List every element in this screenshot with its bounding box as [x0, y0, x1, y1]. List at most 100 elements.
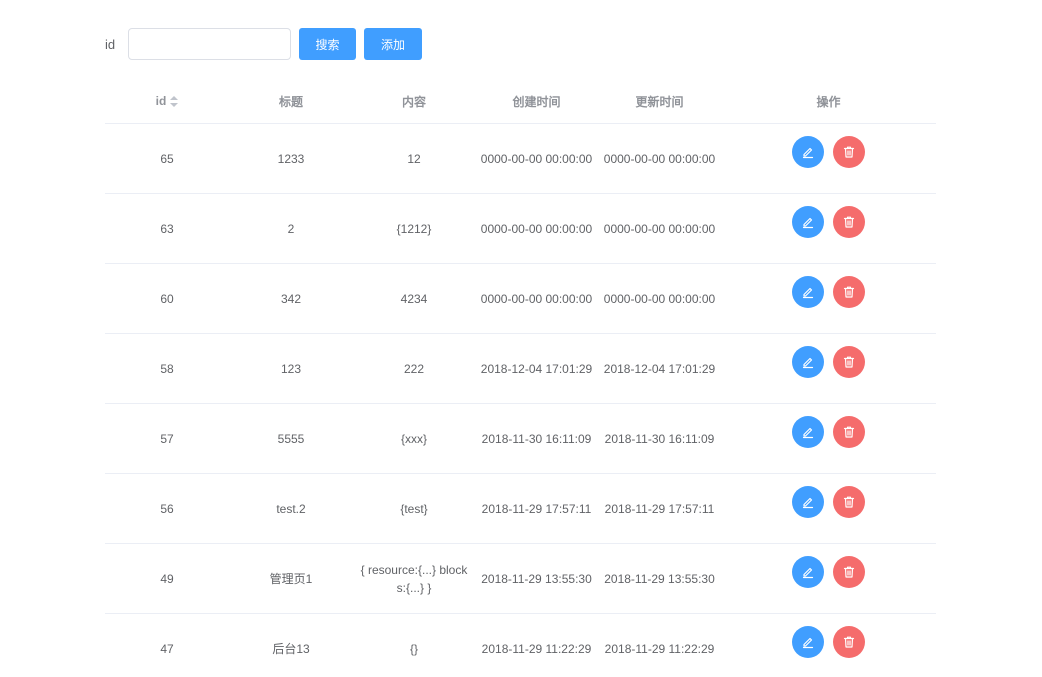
cell-id: 47	[160, 641, 174, 656]
cell-content: { resource:{...} blocks:{...} }	[353, 543, 475, 614]
cell-created: 0000-00-00 00:00:00	[475, 123, 598, 194]
delete-button[interactable]	[833, 135, 865, 168]
cell-content: 12	[353, 123, 475, 194]
edit-button[interactable]	[792, 415, 824, 448]
add-button[interactable]: 添加	[364, 28, 422, 60]
delete-button[interactable]	[833, 415, 865, 448]
data-table: id 标题 内容 创建时间 更新时间 操作 65 1233 12 0000-00…	[105, 79, 936, 677]
table-row: 65 1233 12 0000-00-00 00:00:00 0000-00-0…	[105, 123, 936, 194]
edit-icon	[802, 497, 814, 508]
cell-content: {xxx}	[353, 403, 475, 474]
cell-updated: 0000-00-00 00:00:00	[598, 123, 721, 194]
cell-title: 后台13	[272, 641, 310, 656]
table-row: 56 test.2 {test} 2018-11-29 17:57:11 201…	[105, 473, 936, 544]
cell-title: 2	[229, 193, 353, 264]
trash-icon	[843, 566, 855, 578]
cell-updated: 2018-11-29 13:55:30	[598, 543, 721, 614]
cell-id: 56	[105, 473, 229, 544]
delete-button[interactable]	[833, 555, 865, 588]
delete-button[interactable]	[833, 485, 865, 518]
cell-actions	[721, 193, 936, 264]
row-actions	[725, 555, 932, 588]
trash-icon	[843, 496, 855, 508]
edit-icon	[802, 427, 814, 438]
sort-caret-icon[interactable]	[170, 95, 179, 108]
search-label: id	[105, 36, 116, 52]
cell-actions	[721, 333, 936, 404]
trash-icon	[843, 636, 855, 648]
table-row: 57 5555 {xxx} 2018-11-30 16:11:09 2018-1…	[105, 403, 936, 474]
table-row: 58 123 222 2018-12-04 17:01:29 2018-12-0…	[105, 333, 936, 404]
cell-actions	[721, 123, 936, 194]
cell-created: 2018-11-29 13:55:30	[475, 543, 598, 614]
search-bar: id 搜索 添加	[105, 28, 422, 60]
cell-updated: 0000-00-00 00:00:00	[598, 263, 721, 334]
trash-icon	[843, 216, 855, 228]
cell-actions	[721, 614, 936, 677]
table-header-row: id 标题 内容 创建时间 更新时间 操作	[105, 79, 936, 124]
row-actions	[725, 485, 932, 518]
cell-actions	[721, 403, 936, 474]
row-actions	[725, 345, 932, 378]
search-input[interactable]	[128, 28, 291, 60]
edit-icon	[802, 637, 814, 648]
edit-button[interactable]	[792, 555, 824, 588]
column-header-id[interactable]: id	[105, 79, 229, 124]
cell-actions	[721, 543, 936, 614]
cell-created: 0000-00-00 00:00:00	[475, 263, 598, 334]
delete-button[interactable]	[833, 345, 865, 378]
cell-created: 0000-00-00 00:00:00	[475, 193, 598, 264]
column-header-created: 创建时间	[475, 79, 598, 124]
table-row: 47 后台13 {} 2018-11-29 11:22:29 2018-11-2…	[105, 614, 936, 677]
edit-button[interactable]	[792, 205, 824, 238]
delete-button[interactable]	[833, 275, 865, 308]
trash-icon	[843, 356, 855, 368]
edit-button[interactable]	[792, 345, 824, 378]
cell-created: 2018-11-29 11:22:29	[481, 641, 592, 656]
cell-updated: 0000-00-00 00:00:00	[598, 193, 721, 264]
row-actions	[725, 625, 932, 658]
cell-id: 58	[105, 333, 229, 404]
cell-id: 65	[105, 123, 229, 194]
cell-content: {1212}	[353, 193, 475, 264]
cell-title: 1233	[229, 123, 353, 194]
edit-icon	[802, 217, 814, 228]
edit-icon	[802, 357, 814, 368]
cell-actions	[721, 473, 936, 544]
cell-id: 63	[105, 193, 229, 264]
search-button[interactable]: 搜索	[299, 28, 356, 60]
row-actions	[725, 205, 932, 238]
table-row: 63 2 {1212} 0000-00-00 00:00:00 0000-00-…	[105, 193, 936, 264]
row-actions	[725, 415, 932, 448]
row-actions	[725, 275, 932, 308]
edit-icon	[802, 147, 814, 158]
table-body: 65 1233 12 0000-00-00 00:00:00 0000-00-0…	[105, 123, 936, 677]
trash-icon	[843, 286, 855, 298]
column-header-actions: 操作	[721, 79, 936, 124]
edit-button[interactable]	[792, 625, 824, 658]
cell-id: 60	[105, 263, 229, 334]
cell-created: 2018-11-30 16:11:09	[475, 403, 598, 474]
edit-icon	[802, 567, 814, 578]
cell-updated: 2018-11-29 17:57:11	[598, 473, 721, 544]
cell-title: 123	[229, 333, 353, 404]
trash-icon	[843, 146, 855, 158]
row-actions	[725, 135, 932, 168]
edit-button[interactable]	[792, 275, 824, 308]
trash-icon	[843, 426, 855, 438]
cell-title: 342	[229, 263, 353, 334]
edit-button[interactable]	[792, 135, 824, 168]
table-row: 49 管理页1 { resource:{...} blocks:{...} } …	[105, 543, 936, 614]
cell-title: 5555	[229, 403, 353, 474]
edit-button[interactable]	[792, 485, 824, 518]
cell-content: 4234	[353, 263, 475, 334]
cell-updated: 2018-12-04 17:01:29	[598, 333, 721, 404]
column-header-title: 标题	[229, 79, 353, 124]
edit-icon	[802, 287, 814, 298]
column-header-updated: 更新时间	[598, 79, 721, 124]
cell-content: {test}	[353, 473, 475, 544]
delete-button[interactable]	[833, 625, 865, 658]
delete-button[interactable]	[833, 205, 865, 238]
table-row: 60 342 4234 0000-00-00 00:00:00 0000-00-…	[105, 263, 936, 334]
column-header-label: id	[155, 94, 167, 108]
